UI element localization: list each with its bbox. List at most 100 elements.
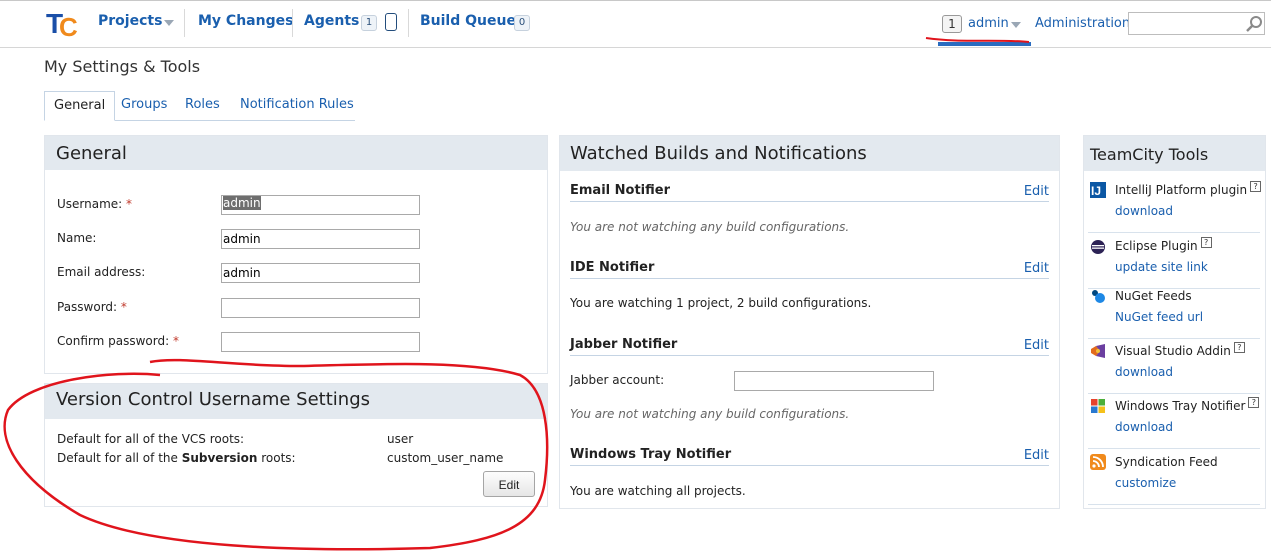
notifier-name: Jabber Notifier	[570, 337, 678, 352]
intellij-icon: IJ	[1090, 182, 1106, 198]
windows-icon	[1091, 399, 1105, 413]
jabber-notifier-edit-link[interactable]: Edit	[1024, 338, 1049, 353]
panel-header: TeamCity Tools	[1084, 136, 1265, 171]
panel-header: Version Control Username Settings	[45, 384, 547, 419]
chevron-down-icon[interactable]	[1011, 22, 1021, 28]
watched-builds-panel: Watched Builds and Notifications Email N…	[559, 135, 1060, 509]
nuget-feed-url-link[interactable]: NuGet feed url	[1115, 310, 1203, 324]
password-field[interactable]	[221, 298, 420, 318]
user-notification-count[interactable]: 1	[942, 15, 962, 33]
help-icon[interactable]: ?	[1233, 342, 1245, 353]
tool-name: Windows Tray Notifier	[1115, 399, 1246, 413]
visual-studio-icon	[1091, 344, 1105, 358]
email-notifier-header: Email Notifier Edit	[570, 183, 1049, 202]
vcs-default-value: user	[387, 432, 414, 446]
administration-link[interactable]: Administration	[1035, 16, 1130, 31]
tool-item-syndication: Syndication Feed customize	[1088, 450, 1260, 505]
username-field[interactable]: admin	[221, 195, 420, 215]
tool-name: Visual Studio Addin	[1115, 344, 1231, 358]
windows-tray-notifier-status: You are watching all projects.	[570, 484, 746, 498]
eclipse-icon	[1091, 240, 1105, 254]
tab-roles[interactable]: Roles	[185, 91, 220, 119]
confirm-password-field[interactable]	[221, 332, 420, 352]
subversion-default-value: custom_user_name	[387, 451, 504, 465]
tool-name: Syndication Feed	[1115, 455, 1218, 469]
email-label: Email address:	[57, 265, 146, 279]
tool-item-eclipse: Eclipse Plugin? update site link	[1088, 234, 1260, 289]
agent-status-icon[interactable]	[385, 13, 397, 31]
panel-header: General	[45, 136, 547, 170]
active-user-indicator	[938, 42, 1031, 46]
syndication-customize-link[interactable]: customize	[1115, 476, 1176, 490]
nav-build-queue[interactable]: Build Queue	[420, 13, 516, 29]
tool-name: NuGet Feeds	[1115, 289, 1192, 303]
nav-my-changes[interactable]: My Changes	[198, 13, 293, 29]
nuget-icon	[1092, 290, 1105, 303]
top-navigation-bar: T C Projects My Changes Agents 1 Build Q…	[0, 0, 1271, 48]
tool-name: IntelliJ Platform plugin	[1115, 183, 1248, 197]
email-field[interactable]	[221, 263, 420, 283]
windows-tray-download-link[interactable]: download	[1115, 420, 1173, 434]
vcs-edit-button[interactable]: Edit	[483, 471, 535, 497]
name-field[interactable]	[221, 229, 420, 249]
nav-divider	[292, 9, 293, 37]
teamcity-logo[interactable]: T C	[44, 6, 80, 40]
tool-name: Eclipse Plugin	[1115, 239, 1198, 253]
windows-tray-notifier-edit-link[interactable]: Edit	[1024, 448, 1049, 463]
help-icon[interactable]: ?	[1248, 397, 1260, 408]
username-label: Username: *	[57, 197, 133, 211]
password-label: Password: *	[57, 300, 127, 314]
subversion-default-label: Default for all of the Subversion roots:	[57, 451, 296, 465]
visual-studio-download-link[interactable]: download	[1115, 365, 1173, 379]
panel-title: Watched Builds and Notifications	[570, 143, 867, 164]
tool-item-windows-tray: Windows Tray Notifier? download	[1088, 394, 1260, 449]
jabber-notifier-status: You are not watching any build configura…	[570, 407, 850, 421]
notifier-name: IDE Notifier	[570, 260, 655, 275]
ide-notifier-status: You are watching 1 project, 2 build conf…	[570, 296, 872, 310]
notifier-name: Windows Tray Notifier	[570, 447, 732, 462]
teamcity-tools-panel: TeamCity Tools IJ IntelliJ Platform plug…	[1083, 135, 1266, 509]
jabber-notifier-header: Jabber Notifier Edit	[570, 337, 1049, 356]
settings-tabs: General Groups Roles Notification Rules	[44, 91, 355, 121]
intellij-download-link[interactable]: download	[1115, 204, 1173, 218]
name-label: Name:	[57, 231, 97, 245]
jabber-account-field[interactable]	[734, 371, 934, 391]
rss-icon	[1090, 454, 1106, 470]
tab-general[interactable]: General	[44, 91, 116, 121]
help-icon[interactable]: ?	[1200, 237, 1212, 248]
tab-notification-rules[interactable]: Notification Rules	[240, 91, 354, 119]
panel-title: Version Control Username Settings	[56, 389, 371, 410]
jabber-account-label: Jabber account:	[570, 373, 665, 387]
help-icon[interactable]: ?	[1250, 181, 1262, 192]
vcs-username-panel: Version Control Username Settings Defaul…	[44, 383, 548, 507]
nav-divider	[184, 9, 185, 37]
windows-tray-notifier-header: Windows Tray Notifier Edit	[570, 447, 1049, 466]
notifier-name: Email Notifier	[570, 183, 670, 198]
panel-title: General	[56, 143, 127, 164]
nav-projects[interactable]: Projects	[98, 13, 162, 29]
tool-item-nuget: NuGet Feeds NuGet feed url	[1088, 284, 1260, 339]
page-title: My Settings & Tools	[44, 57, 201, 76]
nav-agents[interactable]: Agents	[304, 13, 359, 29]
tab-groups[interactable]: Groups	[121, 91, 167, 119]
tool-item-intellij: IJ IntelliJ Platform plugin? download	[1088, 178, 1262, 233]
svg-text:C: C	[59, 12, 78, 40]
nav-divider	[408, 9, 409, 37]
vcs-default-label: Default for all of the VCS roots:	[57, 432, 245, 446]
svg-text:IJ: IJ	[1091, 184, 1101, 198]
chevron-down-icon[interactable]	[164, 20, 174, 26]
ide-notifier-header: IDE Notifier Edit	[570, 260, 1049, 279]
confirm-password-label: Confirm password: *	[57, 334, 179, 348]
ide-notifier-edit-link[interactable]: Edit	[1024, 261, 1049, 276]
panel-title: TeamCity Tools	[1090, 145, 1209, 164]
email-notifier-edit-link[interactable]: Edit	[1024, 184, 1049, 199]
email-notifier-status: You are not watching any build configura…	[570, 220, 850, 234]
tool-item-visual-studio: Visual Studio Addin? download	[1088, 339, 1260, 394]
build-queue-count-badge: 0	[514, 15, 530, 31]
user-menu-link[interactable]: admin	[968, 16, 1009, 31]
eclipse-update-site-link[interactable]: update site link	[1115, 260, 1208, 274]
agents-count-badge: 1	[361, 15, 377, 31]
panel-header: Watched Builds and Notifications	[560, 136, 1059, 171]
search-icon[interactable]	[1244, 14, 1264, 34]
general-panel: General Username: * admin Name: Email ad…	[44, 135, 548, 374]
